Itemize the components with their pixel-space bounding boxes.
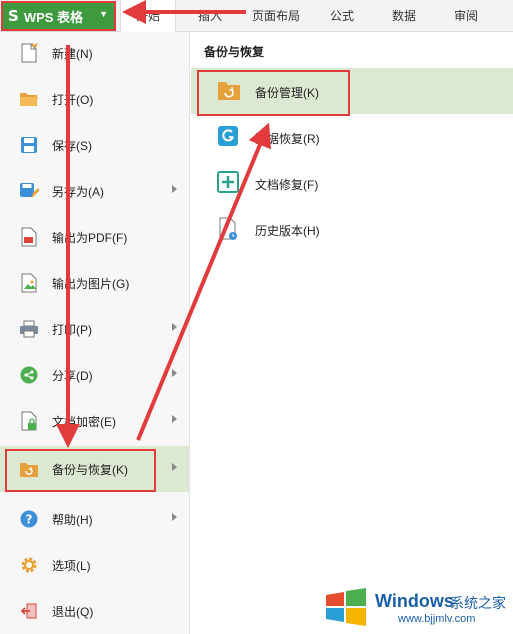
windows-logo-icon <box>326 588 366 626</box>
save-icon <box>19 135 39 155</box>
menu-item-label: 输出为图片(G) <box>52 277 130 291</box>
tab-insert[interactable]: 插入 <box>198 0 222 32</box>
tab-data[interactable]: 数据 <box>392 0 416 32</box>
tab-home[interactable]: 开始 <box>120 0 176 32</box>
menu-item-share[interactable]: 分享(D) <box>0 352 189 398</box>
help-icon: ? <box>19 509 39 529</box>
annotation-box-backup-manage <box>197 70 350 116</box>
submenu-item-label: 历史版本(H) <box>255 224 320 238</box>
menu-item-export-pdf[interactable]: 输出为PDF(F) <box>0 214 189 260</box>
submenu-arrow-icon <box>172 415 177 423</box>
submenu-arrow-icon <box>172 323 177 331</box>
submenu-item-label: 文档修复(F) <box>255 178 319 192</box>
menu-item-label: 输出为PDF(F) <box>52 231 128 245</box>
new-file-icon <box>19 43 39 63</box>
file-menu: 新建(N) 打开(O) 保存(S) 另存为(A) 输出为PDF(F) 输出为图片… <box>0 32 190 634</box>
menu-item-options[interactable]: 选项(L) <box>0 542 189 588</box>
submenu-title: 备份与恢复 <box>204 45 265 59</box>
tab-formula[interactable]: 公式 <box>330 0 354 32</box>
submenu-item-data-recovery[interactable]: 数据恢复(R) <box>191 114 513 160</box>
tab-page-layout[interactable]: 页面布局 <box>252 0 300 32</box>
watermark-brand: Windows <box>375 591 454 611</box>
share-icon <box>19 365 39 385</box>
menu-item-export-image[interactable]: 输出为图片(G) <box>0 260 189 306</box>
submenu-arrow-icon <box>172 185 177 193</box>
menu-item-label: 新建(N) <box>52 47 93 61</box>
image-export-icon <box>19 273 39 293</box>
menu-item-open[interactable]: 打开(O) <box>0 76 189 122</box>
wps-file-menu-screen: S WPS 表格 ▼ 开始 插入 页面布局 公式 数据 审阅 新建(N) 打开(… <box>0 0 513 634</box>
menu-item-encrypt[interactable]: 文档加密(E) <box>0 398 189 444</box>
svg-text:?: ? <box>26 513 33 527</box>
submenu-arrow-icon <box>172 369 177 377</box>
pdf-export-icon <box>19 227 39 247</box>
submenu-arrow-icon <box>172 463 177 471</box>
menu-item-label: 另存为(A) <box>52 185 104 199</box>
settings-gear-icon <box>19 555 39 575</box>
encrypt-icon <box>19 411 39 431</box>
submenu-item-history-version[interactable]: 历史版本(H) <box>191 206 513 252</box>
menu-item-label: 打印(P) <box>52 323 92 337</box>
menu-item-label: 选项(L) <box>52 559 91 573</box>
document-repair-icon <box>217 171 241 195</box>
tab-review[interactable]: 审阅 <box>454 0 478 32</box>
print-icon <box>19 319 39 339</box>
annotation-box-app-button <box>1 1 116 31</box>
menu-item-label: 退出(Q) <box>52 605 94 619</box>
history-version-icon <box>217 217 241 241</box>
menu-item-exit[interactable]: 退出(Q) <box>0 588 189 634</box>
menu-item-label: 打开(O) <box>52 93 94 107</box>
menu-item-new[interactable]: 新建(N) <box>0 30 189 76</box>
submenu-item-document-repair[interactable]: 文档修复(F) <box>191 160 513 206</box>
annotation-box-backup-menu <box>5 449 156 492</box>
backup-restore-submenu: 备份与恢复 备份管理(K) 数据恢复(R) 文档修复(F) 历史版本(H) <box>191 32 513 634</box>
submenu-item-label: 数据恢复(R) <box>255 132 320 146</box>
watermark-url: www.bjjmlv.com <box>398 613 476 625</box>
watermark-cn: 系统之家 <box>450 595 506 611</box>
menu-item-print[interactable]: 打印(P) <box>0 306 189 352</box>
menu-item-label: 帮助(H) <box>52 513 93 527</box>
exit-icon <box>19 601 39 621</box>
open-folder-icon <box>19 89 39 109</box>
menu-item-label: 保存(S) <box>52 139 92 153</box>
menu-item-help[interactable]: ? 帮助(H) <box>0 496 189 542</box>
data-recovery-icon <box>217 125 241 149</box>
menu-item-label: 文档加密(E) <box>52 415 116 429</box>
menu-item-label: 分享(D) <box>52 369 93 383</box>
submenu-arrow-icon <box>172 513 177 521</box>
menu-item-save-as[interactable]: 另存为(A) <box>0 168 189 214</box>
menu-item-save[interactable]: 保存(S) <box>0 122 189 168</box>
watermark: Windows 系统之家 www.bjjmlv.com <box>322 583 512 631</box>
save-as-icon <box>19 181 39 201</box>
